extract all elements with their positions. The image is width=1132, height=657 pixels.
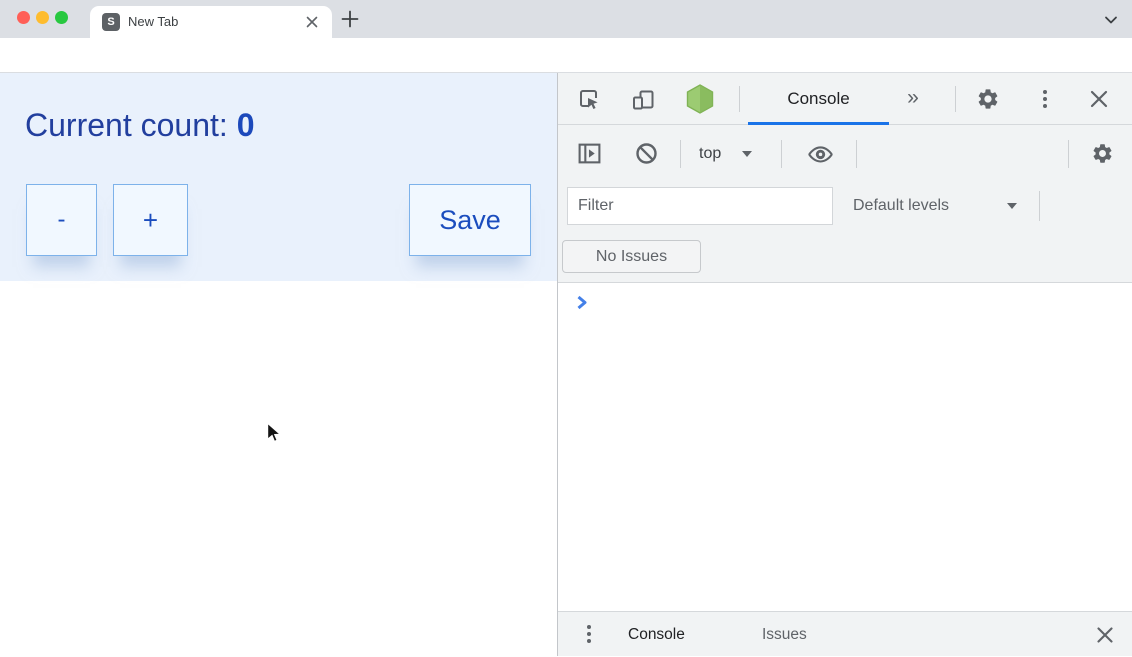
count-label: Current count:	[25, 107, 228, 143]
console-prompt-chevron-icon[interactable]	[576, 295, 589, 310]
count-value: 0	[237, 107, 255, 143]
drawer-close-icon[interactable]	[1096, 626, 1114, 649]
drawer-tab-console[interactable]: Console	[628, 612, 685, 657]
save-button[interactable]: Save	[409, 184, 531, 256]
divider	[1039, 191, 1040, 221]
tab-close-icon[interactable]	[305, 15, 319, 29]
clear-console-icon[interactable]	[635, 142, 658, 170]
window-close-button[interactable]	[17, 11, 30, 24]
new-tab-button[interactable]	[341, 10, 359, 28]
divider	[680, 140, 681, 168]
devtools-menu-kebab-icon[interactable]	[1043, 90, 1047, 113]
divider	[1068, 140, 1069, 168]
more-panels-chevron[interactable]: »	[895, 73, 931, 122]
tab-strip: S New Tab	[0, 0, 1132, 38]
tab-search-chevron-icon[interactable]	[1103, 13, 1119, 25]
counter-panel: Current count:0 - + Save	[0, 73, 557, 281]
tab-console[interactable]: Console	[748, 73, 889, 125]
log-levels-dropdown[interactable]: Default levels	[853, 187, 949, 225]
console-toolbar: top	[558, 125, 1132, 183]
devtools-tab-bar: Console »	[558, 73, 1132, 125]
context-selector[interactable]: top	[699, 125, 721, 183]
drawer-menu-kebab-icon[interactable]	[587, 625, 591, 648]
devtools-panel: Console » top	[557, 73, 1132, 656]
window-minimize-button[interactable]	[36, 11, 49, 24]
devtools-close-icon[interactable]	[1089, 89, 1109, 114]
browser-toolbar: S	[0, 38, 1132, 73]
increment-button[interactable]: +	[113, 184, 188, 256]
divider	[739, 86, 740, 112]
devtools-header: Console » top	[558, 73, 1132, 283]
divider	[856, 140, 857, 168]
live-expression-eye-icon[interactable]	[808, 142, 833, 172]
context-selector-label: top	[699, 145, 721, 162]
nodejs-icon[interactable]	[686, 84, 714, 119]
console-sidebar-toggle-icon[interactable]	[577, 141, 602, 171]
drawer-tab-issues[interactable]: Issues	[762, 612, 807, 657]
no-issues-button[interactable]: No Issues	[562, 240, 701, 273]
browser-tab[interactable]: S New Tab	[90, 6, 332, 38]
device-toolbar-icon[interactable]	[631, 88, 655, 117]
console-filter-input[interactable]	[567, 187, 833, 225]
screenshot-root: { "browser": { "tab_title": "New Tab", "…	[0, 0, 1132, 656]
inspect-element-icon[interactable]	[577, 87, 601, 116]
log-levels-label: Default levels	[853, 197, 949, 214]
divider	[781, 140, 782, 168]
context-caret-icon	[742, 151, 752, 157]
console-settings-gear-icon[interactable]	[1091, 142, 1114, 170]
window-zoom-button[interactable]	[55, 11, 68, 24]
tab-title: New Tab	[128, 6, 178, 38]
tab-favicon: S	[102, 13, 120, 31]
devtools-settings-gear-icon[interactable]	[976, 87, 1000, 116]
mouse-cursor-icon	[266, 422, 284, 445]
divider	[955, 86, 956, 112]
page-title: Current count:0	[25, 107, 255, 144]
decrement-button[interactable]: -	[26, 184, 97, 256]
devtools-drawer: Console Issues	[558, 611, 1132, 656]
page-viewport: Current count:0 - + Save	[0, 73, 557, 656]
levels-caret-icon	[1007, 203, 1017, 209]
